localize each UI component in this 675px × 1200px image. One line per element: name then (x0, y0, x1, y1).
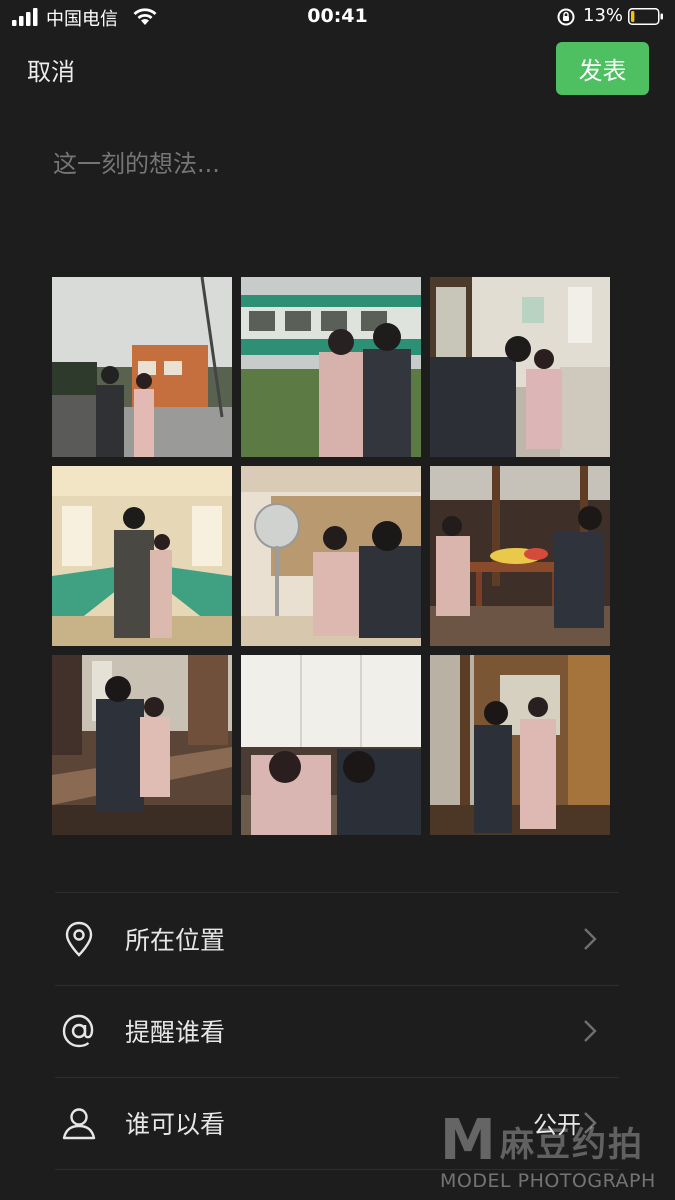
post-button[interactable]: 发表 (556, 42, 649, 95)
cancel-button[interactable]: 取消 (27, 52, 75, 87)
photo-image (52, 466, 232, 646)
photo-thumbnail[interactable] (430, 277, 610, 457)
photo-image (241, 655, 421, 835)
photo-grid (52, 277, 610, 835)
person-icon (62, 1108, 96, 1140)
photo-image (430, 655, 610, 835)
chevron-right-icon (584, 928, 597, 950)
watermark-brand: 麻豆约拍 (500, 1125, 644, 1165)
thought-input[interactable] (53, 150, 613, 178)
photo-thumbnail[interactable] (52, 277, 232, 457)
mention-row[interactable]: 提醒谁看 (55, 987, 619, 1077)
divider (55, 892, 619, 893)
divider (55, 985, 619, 986)
at-sign-icon (62, 1014, 94, 1048)
location-row[interactable]: 所在位置 (55, 895, 619, 985)
watermark-subtitle: MODEL PHOTOGRAPH (440, 1170, 656, 1192)
location-pin-icon (65, 921, 93, 957)
photo-image (430, 466, 610, 646)
photo-thumbnail[interactable] (430, 655, 610, 835)
photo-image (430, 277, 610, 457)
photo-image (52, 277, 232, 457)
photo-thumbnail[interactable] (241, 277, 421, 457)
location-label: 所在位置 (125, 926, 226, 955)
battery-percent: 13% (583, 5, 624, 26)
photo-image (241, 277, 421, 457)
photo-image (52, 655, 232, 835)
visibility-label: 谁可以看 (125, 1110, 226, 1139)
status-bar: 中国电信 00:41 13% (0, 0, 675, 34)
chevron-right-icon (584, 1020, 597, 1042)
mention-label: 提醒谁看 (125, 1018, 226, 1047)
photo-thumbnail[interactable] (241, 466, 421, 646)
watermark-logo-letter: M (440, 1108, 496, 1173)
photo-thumbnail[interactable] (430, 466, 610, 646)
photo-image (241, 466, 421, 646)
battery-icon (628, 8, 663, 25)
rotation-lock-icon (557, 8, 575, 26)
photo-thumbnail[interactable] (241, 655, 421, 835)
photo-thumbnail[interactable] (52, 655, 232, 835)
photo-thumbnail[interactable] (52, 466, 232, 646)
divider (55, 1077, 619, 1078)
